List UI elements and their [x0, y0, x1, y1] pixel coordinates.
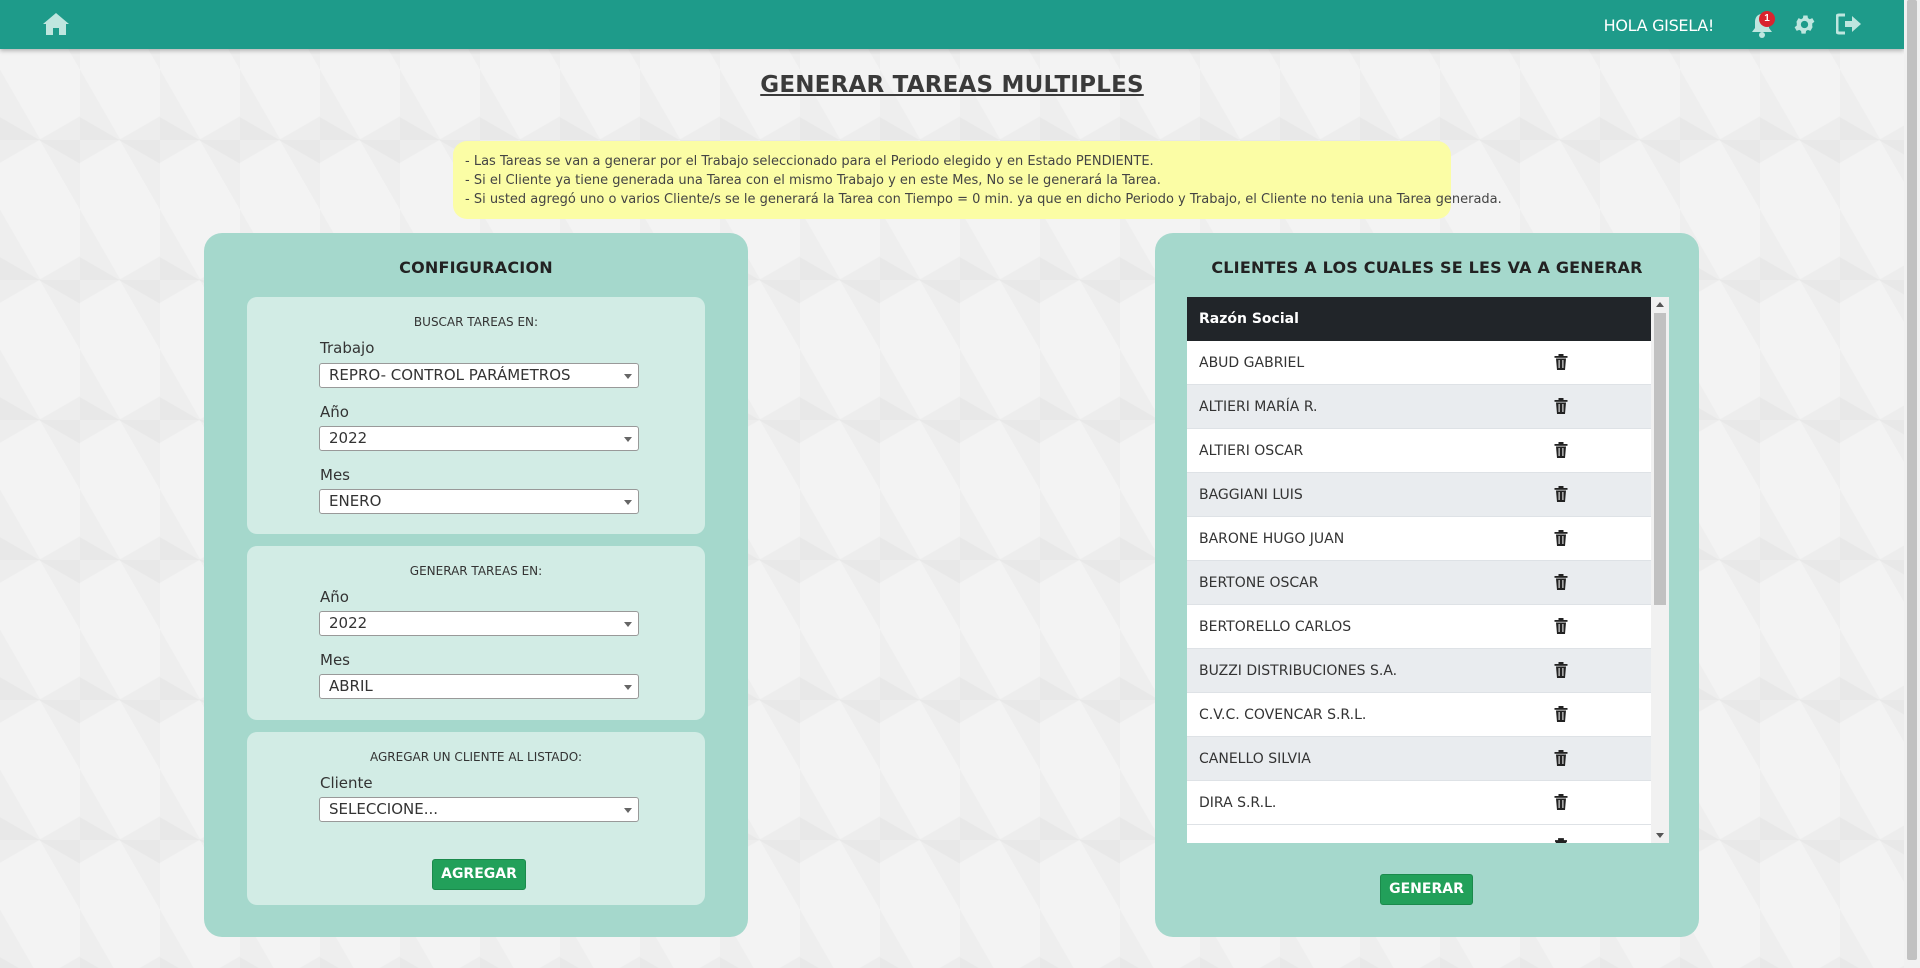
scroll-thumb[interactable] — [1654, 313, 1666, 605]
razon-social-cell: ALTIERI OSCAR — [1199, 443, 1304, 459]
anio-label: Año — [320, 403, 349, 421]
table-row: BAGGIANI LUIS — [1187, 473, 1651, 517]
table-row: ALTIERI OSCAR — [1187, 429, 1651, 473]
chevron-down-icon — [624, 685, 632, 690]
chevron-down-icon — [624, 808, 632, 813]
cliente-label: Cliente — [320, 774, 373, 792]
anio-value: 2022 — [329, 429, 368, 447]
trash-icon[interactable] — [1554, 354, 1568, 370]
page-scrollbar[interactable] — [1904, 0, 1920, 968]
notification-badge: 1 — [1759, 11, 1775, 27]
mes-value: ENERO — [329, 492, 382, 510]
trash-icon[interactable] — [1554, 574, 1568, 590]
cliente-select[interactable]: SELECCIONE... — [319, 797, 639, 822]
config-title: CONFIGURACION — [399, 258, 553, 277]
trash-icon[interactable] — [1554, 486, 1568, 502]
user-greeting: HOLA GISELA! — [1603, 16, 1715, 35]
chevron-down-icon — [624, 374, 632, 379]
razon-social-cell: CANELLO SILVIA — [1199, 751, 1311, 767]
razon-social-cell: BAGGIANI LUIS — [1199, 487, 1303, 503]
chevron-down-icon — [624, 437, 632, 442]
search-tasks-box: BUSCAR TAREAS EN: Trabajo REPRO- CONTROL… — [247, 297, 705, 534]
table-row: ABUD GABRIEL — [1187, 341, 1651, 385]
clients-title: CLIENTES A LOS CUALES SE LES VA A GENERA… — [1211, 258, 1643, 277]
mes-select[interactable]: ENERO — [319, 489, 639, 514]
column-header-razon-social: Razón Social — [1187, 297, 1651, 341]
cliente-value: SELECCIONE... — [329, 800, 439, 818]
logout-icon[interactable] — [1836, 12, 1862, 36]
add-button[interactable]: AGREGAR — [432, 859, 526, 890]
generate-anio-value: 2022 — [329, 614, 368, 632]
add-client-box: AGREGAR UN CLIENTE AL LISTADO: Cliente S… — [247, 732, 705, 905]
search-heading: BUSCAR TAREAS EN: — [413, 315, 539, 329]
notice-line: - Las Tareas se van a generar por el Tra… — [465, 154, 1154, 169]
generate-mes-value: ABRIL — [329, 677, 373, 695]
razon-social-cell: BUZZI DISTRIBUCIONES S.A. — [1199, 663, 1398, 679]
table-row: BUZZI DISTRIBUCIONES S.A. — [1187, 649, 1651, 693]
trash-icon[interactable] — [1554, 398, 1568, 414]
razon-social-cell: BERTONE OSCAR — [1199, 575, 1319, 591]
trash-icon[interactable] — [1554, 706, 1568, 722]
table-row: DIRA S.R.L. — [1187, 781, 1651, 825]
table-row: CANELLO SILVIA — [1187, 737, 1651, 781]
trash-icon[interactable] — [1554, 618, 1568, 634]
razon-social-cell: BARONE HUGO JUAN — [1199, 531, 1345, 547]
notice-line: - Si usted agregó uno o varios Cliente/s… — [465, 192, 1502, 207]
razon-social-cell: BERTORELLO CARLOS — [1199, 619, 1352, 635]
trash-icon[interactable] — [1554, 838, 1568, 843]
razon-social-cell: DIRA S.R.L. — [1199, 795, 1277, 811]
mes-label: Mes — [320, 466, 350, 484]
trash-icon[interactable] — [1554, 750, 1568, 766]
generate-tasks-box: GENERAR TAREAS EN: Año 2022 Mes ABRIL — [247, 546, 705, 720]
table-row: BARONE HUGO JUAN — [1187, 517, 1651, 561]
table-row — [1187, 825, 1651, 843]
home-icon[interactable] — [41, 11, 71, 37]
table-row: BERTORELLO CARLOS — [1187, 605, 1651, 649]
generate-mes-select[interactable]: ABRIL — [319, 674, 639, 699]
table-row: BERTONE OSCAR — [1187, 561, 1651, 605]
table-scrollbar[interactable] — [1651, 297, 1669, 843]
razon-social-cell: C.V.C. COVENCAR S.R.L. — [1199, 707, 1367, 723]
chevron-down-icon — [624, 500, 632, 505]
trash-icon[interactable] — [1554, 794, 1568, 810]
trabajo-select[interactable]: REPRO- CONTROL PARÁMETROS — [319, 363, 639, 388]
gear-icon[interactable] — [1792, 12, 1817, 37]
razon-social-cell: ABUD GABRIEL — [1199, 355, 1305, 371]
config-panel: CONFIGURACION BUSCAR TAREAS EN: Trabajo … — [204, 233, 748, 937]
top-navbar: HOLA GISELA! 1 — [0, 0, 1904, 49]
generate-button[interactable]: GENERAR — [1380, 874, 1473, 905]
generate-anio-label: Año — [320, 588, 349, 606]
trabajo-label: Trabajo — [320, 339, 375, 357]
trash-icon[interactable] — [1554, 662, 1568, 678]
generate-heading: GENERAR TAREAS EN: — [409, 564, 543, 578]
chevron-down-icon — [624, 622, 632, 627]
table-row: C.V.C. COVENCAR S.R.L. — [1187, 693, 1651, 737]
info-notice: - Las Tareas se van a generar por el Tra… — [453, 141, 1502, 219]
page-title: GENERAR TAREAS MULTIPLES — [760, 72, 1144, 98]
clients-panel: CLIENTES A LOS CUALES SE LES VA A GENERA… — [1155, 233, 1699, 937]
add-client-heading: AGREGAR UN CLIENTE AL LISTADO: — [369, 750, 582, 764]
trabajo-value: REPRO- CONTROL PARÁMETROS — [329, 366, 571, 384]
trash-icon[interactable] — [1554, 442, 1568, 458]
notice-line: - Si el Cliente ya tiene generada una Ta… — [465, 173, 1161, 188]
scroll-up-arrow-icon[interactable] — [1656, 302, 1664, 307]
table-row: ALTIERI MARÍA R. — [1187, 385, 1651, 429]
trash-icon[interactable] — [1554, 530, 1568, 546]
scroll-down-arrow-icon[interactable] — [1656, 833, 1664, 838]
clients-table: Razón Social ABUD GABRIEL ALTIERI MARÍA R… — [1187, 297, 1669, 843]
razon-social-cell: ALTIERI MARÍA R. — [1199, 399, 1318, 415]
generate-mes-label: Mes — [320, 651, 350, 669]
anio-select[interactable]: 2022 — [319, 426, 639, 451]
generate-anio-select[interactable]: 2022 — [319, 611, 639, 636]
